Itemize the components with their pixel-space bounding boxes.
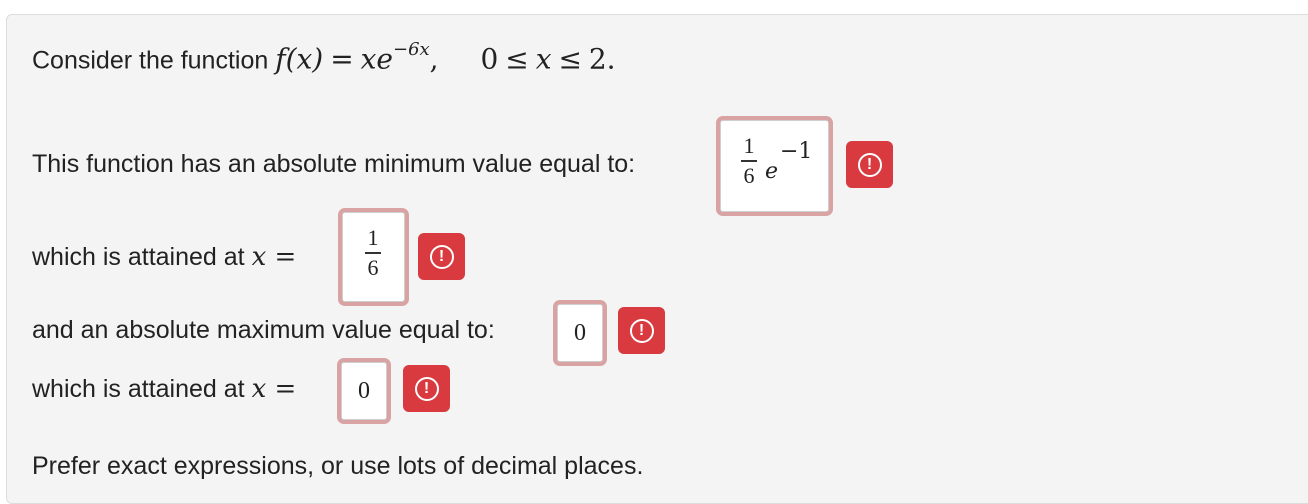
max-value-label: and an absolute maximum value equal to: bbox=[32, 316, 495, 344]
function-rhs-base: xe bbox=[360, 42, 393, 76]
domain-le-1: ≤ bbox=[505, 42, 529, 76]
domain-var: x bbox=[535, 42, 552, 76]
min-at-numerator: 1 bbox=[367, 225, 379, 250]
function-lhs: f(x) bbox=[275, 42, 324, 76]
min-at-warning-button[interactable]: ! bbox=[418, 233, 465, 280]
min-value-denominator: 6 bbox=[743, 162, 755, 188]
min-value-answer-field[interactable]: 1 6 e −1 bbox=[720, 120, 829, 212]
min-value-exponent: −1 bbox=[780, 139, 813, 164]
equals-sign: = bbox=[330, 42, 354, 76]
min-at-var: x = bbox=[251, 242, 297, 272]
max-at-warning-button[interactable]: ! bbox=[403, 365, 450, 412]
domain-le-2: ≤ bbox=[558, 42, 582, 76]
min-at-statement: which is attained at x = bbox=[32, 244, 296, 270]
exclamation-circle-icon: ! bbox=[429, 244, 454, 269]
max-at-answer-field[interactable]: 0 bbox=[341, 362, 387, 420]
domain-upper: 2. bbox=[588, 42, 616, 76]
min-value-numerator: 1 bbox=[743, 133, 755, 158]
function-statement: Consider the function f(x) = xe−6x, 0 ≤ … bbox=[32, 41, 616, 76]
min-at-denominator: 6 bbox=[367, 254, 379, 280]
exclamation-circle-icon: ! bbox=[857, 152, 882, 177]
footer-hint: Prefer exact expressions, or use lots of… bbox=[32, 452, 644, 480]
function-comma: , bbox=[429, 42, 439, 76]
max-at-statement: which is attained at x = bbox=[32, 376, 296, 402]
exclamation-circle-icon: ! bbox=[414, 376, 439, 401]
min-value-label: This function has an absolute minimum va… bbox=[32, 150, 636, 178]
min-at-answer-field[interactable]: 1 6 bbox=[342, 212, 405, 302]
max-value-answer-field[interactable]: 0 bbox=[557, 304, 603, 362]
min-value-base: e bbox=[765, 159, 779, 184]
max-at-label: which is attained at bbox=[32, 375, 245, 403]
function-rhs-exponent: −6x bbox=[392, 39, 430, 60]
min-value-warning-button[interactable]: ! bbox=[846, 141, 893, 188]
min-at-label: which is attained at bbox=[32, 243, 245, 271]
exclamation-circle-icon: ! bbox=[629, 318, 654, 343]
max-at-var: x = bbox=[251, 374, 297, 404]
intro-text: Consider the function bbox=[32, 46, 269, 75]
min-value-fraction: 1 6 bbox=[741, 135, 757, 187]
max-value-warning-button[interactable]: ! bbox=[618, 307, 665, 354]
min-at-fraction: 1 6 bbox=[365, 227, 381, 279]
domain-lower: 0 bbox=[480, 42, 499, 76]
